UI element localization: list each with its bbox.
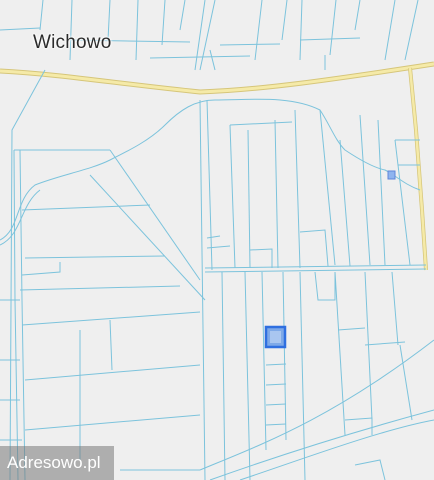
map-canvas[interactable] — [0, 0, 434, 480]
map-marker-icon[interactable] — [387, 170, 396, 180]
highlighted-parcel[interactable] — [264, 325, 287, 349]
watermark-logo: Adresowo.pl — [0, 446, 114, 480]
map-view[interactable]: Wichowo Adresowo.pl — [0, 0, 434, 480]
main-road — [0, 61, 434, 95]
side-road — [408, 67, 428, 271]
place-label-wichowo: Wichowo — [33, 32, 112, 53]
